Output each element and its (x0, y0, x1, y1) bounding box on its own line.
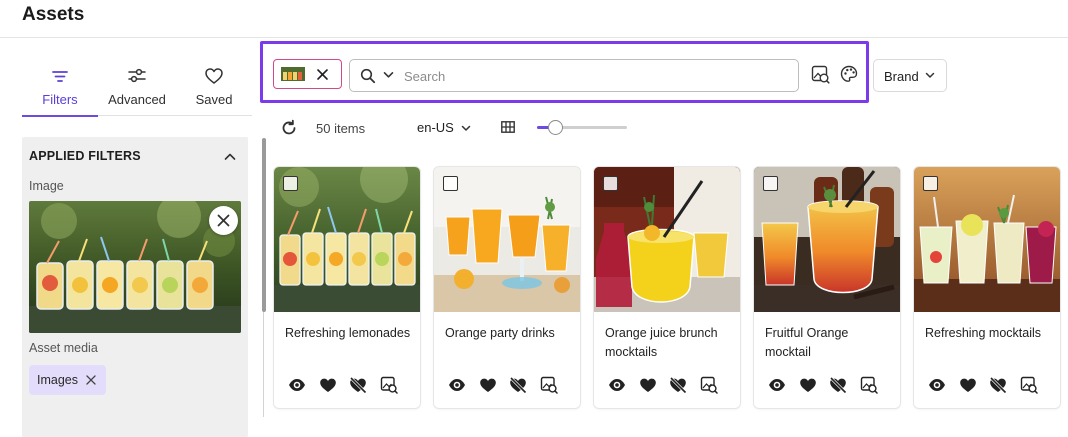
find-similar-icon[interactable] (1020, 376, 1038, 394)
eye-icon[interactable] (288, 376, 306, 394)
slider-thumb[interactable] (548, 120, 563, 135)
asset-grid: Refreshing lemonades Orange party drinks… (274, 167, 1068, 417)
chevron-down-icon (462, 125, 471, 131)
asset-card[interactable]: Refreshing mocktails (914, 167, 1060, 408)
heart-icon[interactable] (799, 376, 817, 394)
sidebar-tabs: Filters Advanced Saved (22, 60, 252, 117)
media-filter-chip[interactable]: Images (29, 365, 106, 395)
find-similar-icon[interactable] (380, 376, 398, 394)
asset-media-label: Asset media (29, 341, 98, 355)
asset-card[interactable]: Fruitful Orange mocktail (754, 167, 900, 408)
eye-icon[interactable] (928, 376, 946, 394)
eye-icon[interactable] (448, 376, 466, 394)
find-similar-icon[interactable] (860, 376, 878, 394)
thumbnail-size-slider[interactable] (537, 120, 629, 135)
tab-saved[interactable]: Saved (176, 60, 252, 116)
card-actions (928, 376, 1048, 394)
asset-title: Refreshing lemonades (285, 326, 411, 340)
select-checkbox[interactable] (283, 176, 298, 191)
page-title: Assets (22, 4, 85, 25)
find-similar-icon[interactable] (700, 376, 718, 394)
search-input[interactable] (404, 66, 784, 86)
brand-dropdown-label: Brand (884, 69, 919, 84)
filter-lines-icon (52, 71, 68, 82)
chevron-down-icon[interactable] (383, 71, 394, 79)
applied-filters-panel: APPLIED FILTERS Image Asset media Images (22, 137, 248, 437)
asset-title: Fruitful Orange mocktail (765, 326, 849, 359)
chevron-down-icon (925, 72, 935, 78)
asset-title: Orange party drinks (445, 326, 555, 340)
applied-filters-header: APPLIED FILTERS (29, 149, 141, 163)
media-filter-chip-label: Images (37, 373, 78, 387)
sliders-icon (128, 68, 146, 83)
find-similar-icon[interactable] (540, 376, 558, 394)
search-box (349, 59, 799, 92)
card-actions (288, 376, 408, 394)
top-bar: Assets (0, 0, 1068, 38)
chevron-up-icon[interactable] (222, 149, 238, 165)
select-checkbox[interactable] (603, 176, 618, 191)
search-icon (360, 68, 376, 84)
close-icon[interactable] (86, 375, 96, 385)
card-actions (768, 376, 888, 394)
unlike-icon[interactable] (989, 376, 1007, 394)
heart-outline-icon (205, 68, 223, 84)
heart-icon[interactable] (319, 376, 337, 394)
card-actions (448, 376, 568, 394)
select-checkbox[interactable] (443, 176, 458, 191)
sidebar-divider (263, 312, 264, 417)
eye-icon[interactable] (608, 376, 626, 394)
brand-dropdown[interactable]: Brand (873, 59, 947, 92)
image-search-chip[interactable] (273, 59, 342, 89)
sidebar-scrollbar[interactable] (262, 138, 266, 312)
locale-dropdown[interactable]: en-US (417, 120, 471, 135)
select-checkbox[interactable] (923, 176, 938, 191)
tab-saved-label: Saved (195, 92, 233, 107)
close-icon[interactable] (316, 68, 329, 81)
tab-advanced-label: Advanced (108, 92, 166, 107)
image-filter-label: Image (29, 179, 64, 193)
image-search-thumbnail (281, 67, 305, 81)
unlike-icon[interactable] (829, 376, 847, 394)
heart-icon[interactable] (639, 376, 657, 394)
eye-icon[interactable] (768, 376, 786, 394)
asset-card[interactable]: Refreshing lemonades (274, 167, 420, 408)
asset-card[interactable]: Orange juice brunch mocktails (594, 167, 740, 408)
asset-title: Refreshing mocktails (925, 326, 1042, 340)
asset-title: Orange juice brunch mocktails (605, 326, 718, 359)
select-checkbox[interactable] (763, 176, 778, 191)
locale-label: en-US (417, 120, 454, 135)
close-icon (217, 214, 230, 227)
image-search-icon[interactable] (810, 64, 830, 84)
tab-advanced[interactable]: Advanced (99, 60, 175, 116)
unlike-icon[interactable] (669, 376, 687, 394)
refresh-icon[interactable] (280, 119, 298, 137)
items-count: 50 items (316, 121, 366, 136)
heart-icon[interactable] (959, 376, 977, 394)
remove-image-filter-button[interactable] (209, 206, 238, 235)
grid-view-icon[interactable] (501, 121, 515, 133)
tab-filters-label: Filters (42, 92, 78, 107)
asset-card[interactable]: Orange party drinks (434, 167, 580, 408)
unlike-icon[interactable] (349, 376, 367, 394)
unlike-icon[interactable] (509, 376, 527, 394)
color-palette-icon[interactable] (839, 64, 859, 84)
sidebar: Filters Advanced Saved APPLIED FILTERS I… (0, 38, 258, 437)
tab-filters[interactable]: Filters (22, 60, 98, 117)
heart-icon[interactable] (479, 376, 497, 394)
card-actions (608, 376, 728, 394)
